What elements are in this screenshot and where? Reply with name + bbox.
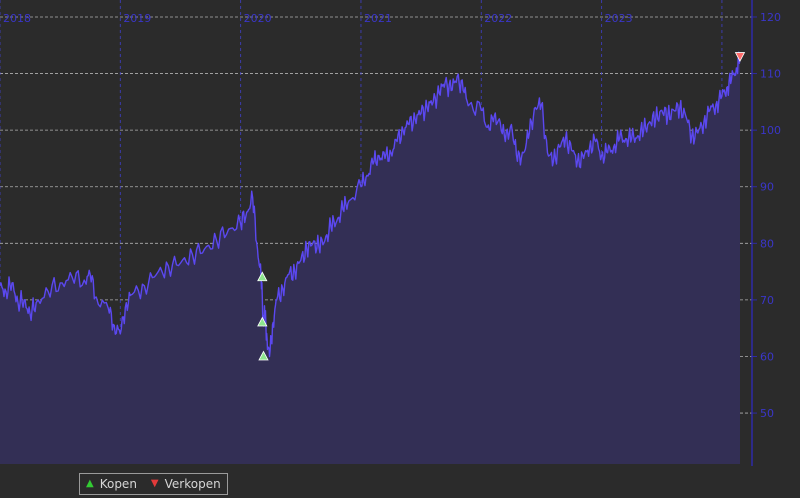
x-tick-label: 2022: [484, 12, 512, 25]
legend-item-kopen: ▲ Kopen: [86, 477, 137, 491]
legend-item-verkopen: ▼ Verkopen: [151, 477, 221, 491]
legend: ▲ Kopen ▼ Verkopen: [79, 473, 228, 495]
y-tick-label: 90: [760, 181, 774, 194]
chart-area: 50 60 70 80 90 100 110 120 2018 2019 2020 2021 2022 2…: [0, 0, 800, 466]
y-tick-label: 60: [760, 350, 774, 363]
sell-triangle-icon: ▼: [150, 478, 159, 489]
buy-triangle-icon: ▲: [86, 478, 94, 489]
legend-label-kopen: Kopen: [99, 477, 137, 491]
x-tick-label: 2021: [364, 12, 392, 25]
legend-label-verkopen: Verkopen: [164, 477, 221, 491]
y-tick-label: 120: [760, 11, 781, 24]
x-tick-label: 2020: [244, 12, 272, 25]
price-chart: 50 60 70 80 90 100 110 120 2018 2019 2020 2021 2022 2…: [0, 0, 800, 466]
x-tick-label: 2019: [123, 12, 151, 25]
y-tick-label: 50: [760, 407, 774, 420]
x-tick-label: 2023: [605, 12, 633, 25]
y-tick-label: 100: [760, 124, 781, 137]
y-tick-label: 110: [760, 68, 781, 81]
y-tick-label: 70: [760, 294, 774, 307]
x-tick-label: 2018: [3, 12, 31, 25]
y-tick-label: 80: [760, 237, 774, 250]
